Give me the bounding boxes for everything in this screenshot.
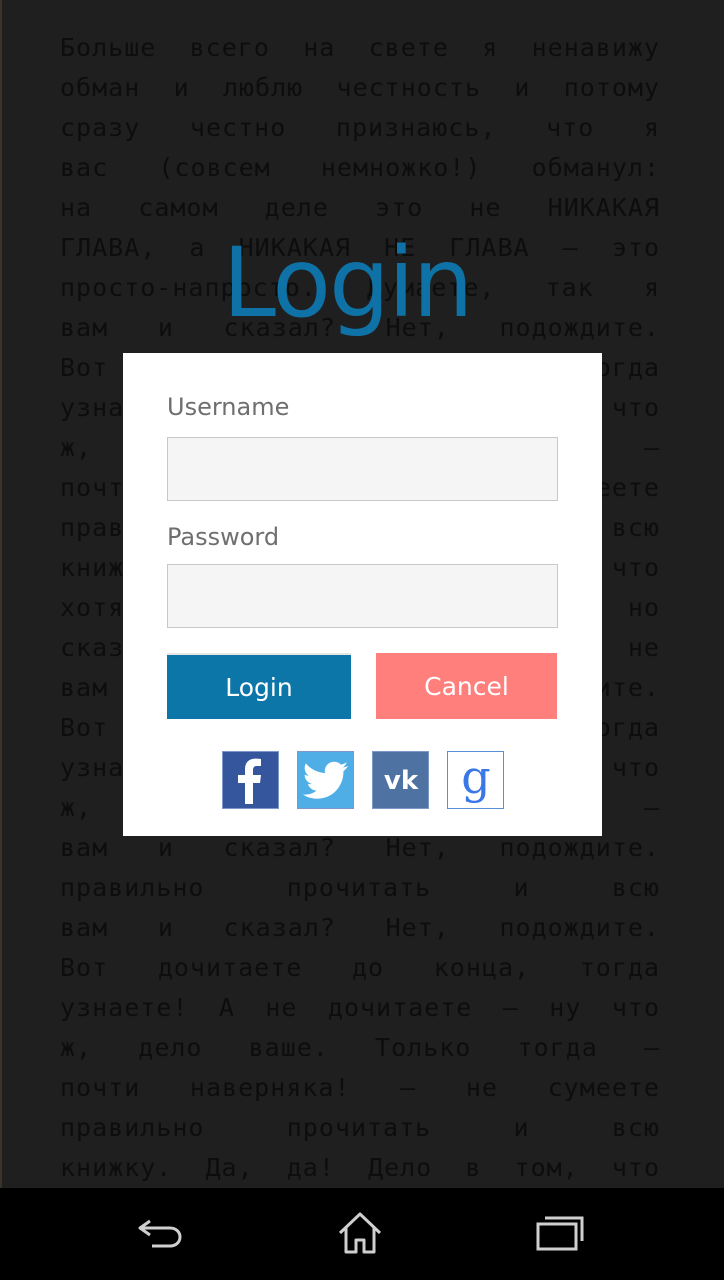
book-text-line: правильно прочитать и всю xyxy=(60,1113,660,1142)
username-label: Username xyxy=(167,393,290,421)
svg-text:g: g xyxy=(461,755,490,804)
book-text-line: Больше всего на свете я ненавижу xyxy=(60,33,660,62)
svg-text:vk: vk xyxy=(383,766,418,795)
recent-apps-icon[interactable] xyxy=(530,1208,590,1258)
book-text-line: узнаете! А не дочитаете – ну что xyxy=(60,993,660,1022)
login-dialog: Username Password Login Cancel vk g xyxy=(123,353,602,836)
book-text-line: почти наверняка! – не сумеете xyxy=(60,1073,660,1102)
vk-icon[interactable]: vk xyxy=(372,751,429,809)
back-icon[interactable] xyxy=(130,1208,190,1258)
book-text-line: на самом деле это не НИКАКАЯ xyxy=(60,193,660,222)
google-icon[interactable]: g xyxy=(447,751,504,809)
username-input[interactable] xyxy=(167,437,558,501)
book-text-line: книжку. Да, да! Дело в том, что xyxy=(60,1153,660,1182)
book-text-line: вас (совсем немножко!) обманул: xyxy=(60,153,660,182)
password-label: Password xyxy=(167,523,280,551)
cancel-button[interactable]: Cancel xyxy=(376,653,557,719)
book-text-line: вам и сказал? Нет, подождите. xyxy=(60,913,660,942)
book-text-line: обман и люблю честность и потому xyxy=(60,73,660,102)
password-input[interactable] xyxy=(167,564,558,628)
android-navigation-bar xyxy=(0,1188,724,1280)
login-title: Login xyxy=(222,227,474,339)
home-icon[interactable] xyxy=(330,1208,390,1258)
facebook-icon[interactable] xyxy=(222,751,279,809)
book-text-line: сразу честно признаюсь, что я xyxy=(60,113,660,142)
book-text-line: правильно прочитать и всю xyxy=(60,873,660,902)
twitter-icon[interactable] xyxy=(297,751,354,809)
social-login-row: vk g xyxy=(222,751,504,809)
book-text-line: ж, дело ваше. Только тогда – xyxy=(60,1033,660,1062)
book-text-line: Вот дочитаете до конца, тогда xyxy=(60,953,660,982)
login-button[interactable]: Login xyxy=(167,653,351,719)
